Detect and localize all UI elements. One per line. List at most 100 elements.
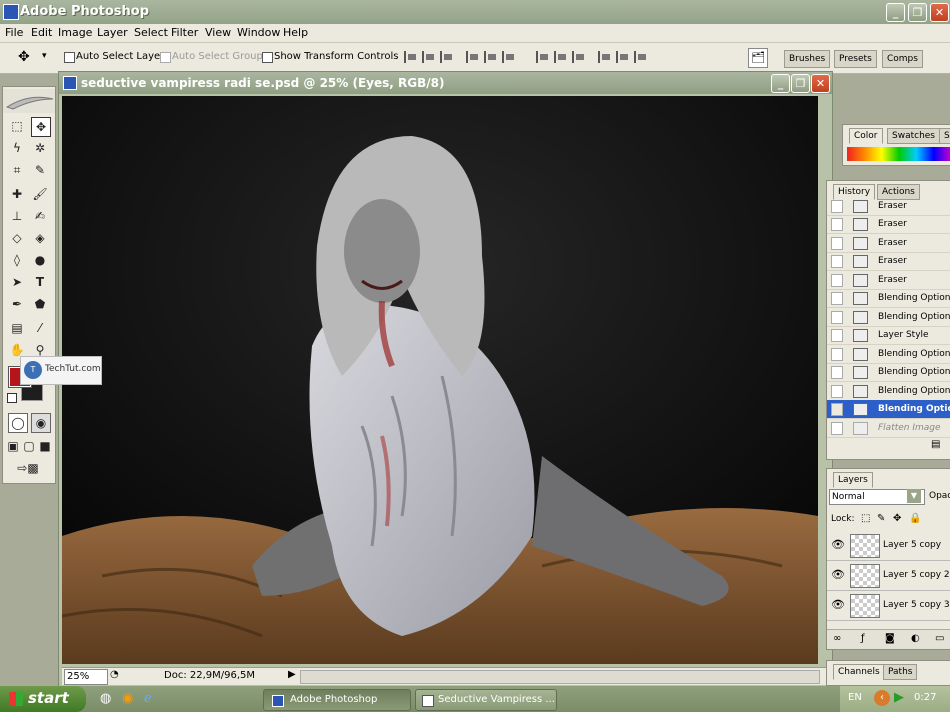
align-top-icon[interactable]	[404, 51, 420, 63]
crop-tool-icon[interactable]: ⌗	[8, 161, 26, 179]
healing-brush-icon[interactable]: ✚	[8, 185, 26, 203]
show-transform-controls-checkbox[interactable]	[262, 52, 273, 63]
jump-to-imageready-icon[interactable]: ⇨▩	[8, 459, 48, 477]
lock-all-icon[interactable]: 🔒	[909, 513, 921, 524]
chevron-down-icon[interactable]: ▼	[907, 489, 921, 503]
history-brush-icon[interactable]: ✍	[31, 207, 49, 225]
screen-mode-full-menu-icon[interactable]: ▢	[22, 437, 36, 455]
explorer-quicklaunch-icon[interactable]: ℯ	[144, 691, 152, 706]
menu-view[interactable]: View	[205, 26, 231, 39]
play-icon[interactable]: ▶	[894, 690, 904, 705]
menu-image[interactable]: Image	[58, 26, 92, 39]
file-browser-icon[interactable]: 🗂	[748, 48, 768, 68]
auto-select-groups-checkbox[interactable]	[160, 52, 171, 63]
distribute-left-icon[interactable]	[598, 51, 614, 63]
history-item[interactable]: Eraser	[827, 215, 950, 234]
tab-swatches[interactable]: Swatches	[887, 128, 940, 144]
restore-button[interactable]: ❐	[908, 3, 927, 22]
burn-tool-icon[interactable]: ●	[31, 251, 49, 269]
align-vcenter-icon[interactable]	[422, 51, 438, 63]
palette-tab-brushes[interactable]: Brushes	[784, 50, 831, 68]
lock-transparent-icon[interactable]: ⬚	[861, 513, 870, 524]
lasso-tool-icon[interactable]: ϟ	[8, 139, 26, 157]
history-item[interactable]: Blending Options	[827, 363, 950, 382]
distribute-bottom-icon[interactable]	[572, 51, 588, 63]
history-item[interactable]: Layer Style	[827, 326, 950, 345]
pen-tool-icon[interactable]: ✒	[8, 295, 26, 313]
history-snapshot-checkbox[interactable]	[831, 237, 843, 250]
new-group-icon[interactable]: ▭	[935, 633, 944, 644]
shape-tool-icon[interactable]: ⬟	[31, 295, 49, 313]
layer-row[interactable]: 👁 Layer 5 copy	[827, 531, 950, 561]
layer-row[interactable]: 👁 Layer 5 copy 2	[827, 561, 950, 591]
eye-icon[interactable]: 👁	[831, 538, 845, 551]
history-snapshot-checkbox[interactable]	[831, 348, 843, 361]
notes-tool-icon[interactable]: ▤	[8, 319, 26, 337]
history-snapshot-checkbox[interactable]	[831, 200, 843, 213]
align-hcenter-icon[interactable]	[484, 51, 500, 63]
document-title-bar[interactable]: seductive vampiress radi se.psd @ 25% (E…	[59, 72, 832, 94]
marquee-tool-icon[interactable]: ⬚	[8, 117, 26, 135]
tab-layers[interactable]: Layers	[833, 472, 873, 488]
history-snapshot-checkbox[interactable]	[831, 292, 843, 305]
doc-minimize-button[interactable]: _	[771, 74, 790, 93]
default-colors-icon[interactable]	[7, 393, 17, 403]
zoom-field[interactable]: 25%	[64, 669, 108, 685]
horizontal-scrollbar[interactable]	[300, 670, 820, 684]
history-state-marker-icon[interactable]	[831, 403, 843, 416]
blur-tool-icon[interactable]: ◊	[8, 251, 26, 269]
paint-bucket-icon[interactable]: ◈	[31, 229, 49, 247]
palette-tab-comps[interactable]: Comps	[882, 50, 923, 68]
language-indicator[interactable]: EN	[848, 692, 862, 703]
path-selection-icon[interactable]: ➤	[8, 273, 26, 291]
history-snapshot-checkbox[interactable]	[831, 311, 843, 324]
minimize-button[interactable]: _	[886, 3, 905, 22]
history-item-undone[interactable]: Flatten Image	[827, 419, 950, 438]
distribute-top-icon[interactable]	[536, 51, 552, 63]
adjustment-layer-icon[interactable]: ◐	[911, 633, 920, 644]
image-canvas[interactable]	[62, 96, 818, 664]
ie-quicklaunch-icon[interactable]: ◍	[100, 691, 111, 706]
task-photoshop[interactable]: Adobe Photoshop	[263, 689, 411, 711]
menu-file[interactable]: File	[5, 26, 23, 39]
history-item[interactable]: Eraser	[827, 234, 950, 253]
move-tool-icon[interactable]: ✥	[18, 49, 30, 65]
history-snapshot-checkbox[interactable]	[831, 422, 843, 435]
menu-select[interactable]: Select	[134, 26, 168, 39]
clone-stamp-icon[interactable]: ⊥	[8, 207, 26, 225]
doc-close-button[interactable]: ✕	[811, 74, 830, 93]
history-item-active[interactable]: Blending Options	[827, 400, 950, 419]
tab-paths[interactable]: Paths	[883, 664, 918, 680]
doc-restore-button[interactable]: ❐	[791, 74, 810, 93]
distribute-hcenter-icon[interactable]	[616, 51, 632, 63]
color-ramp[interactable]	[847, 147, 950, 161]
menu-layer[interactable]: Layer	[97, 26, 128, 39]
menu-window[interactable]: Window	[237, 26, 280, 39]
layer-style-icon[interactable]: ƒ	[861, 633, 865, 644]
history-item[interactable]: Blending Options	[827, 382, 950, 401]
eraser-tool-icon[interactable]: ◇	[8, 229, 26, 247]
close-button[interactable]: ✕	[930, 3, 949, 22]
history-snapshot-checkbox[interactable]	[831, 366, 843, 379]
quick-mask-icon[interactable]: ◉	[31, 413, 51, 433]
brush-tool-icon[interactable]: 🖌	[31, 185, 49, 203]
screen-mode-full-icon[interactable]: ■	[38, 437, 52, 455]
history-snapshot-checkbox[interactable]	[831, 255, 843, 268]
history-item[interactable]: Blending Options	[827, 308, 950, 327]
start-button[interactable]: start	[0, 686, 86, 712]
history-snapshot-checkbox[interactable]	[831, 218, 843, 231]
lock-position-icon[interactable]: ✥	[893, 513, 901, 524]
trash-icon[interactable]: ▤	[931, 439, 940, 450]
move-tool-icon[interactable]: ✥	[31, 117, 51, 137]
tab-channels[interactable]: Channels	[833, 664, 885, 680]
lock-image-icon[interactable]: ✎	[877, 513, 885, 524]
tab-color[interactable]: Color	[849, 128, 883, 144]
link-layers-icon[interactable]: ∞	[833, 633, 841, 644]
history-snapshot-checkbox[interactable]	[831, 274, 843, 287]
slice-tool-icon[interactable]: ✎	[31, 161, 49, 179]
layer-mask-icon[interactable]: ◙	[885, 633, 895, 644]
status-menu-arrow-icon[interactable]: ▶	[288, 669, 296, 680]
magic-wand-tool-icon[interactable]: ✲	[31, 139, 49, 157]
menu-filter[interactable]: Filter	[171, 26, 198, 39]
chevron-down-icon[interactable]: ▾	[42, 51, 47, 61]
